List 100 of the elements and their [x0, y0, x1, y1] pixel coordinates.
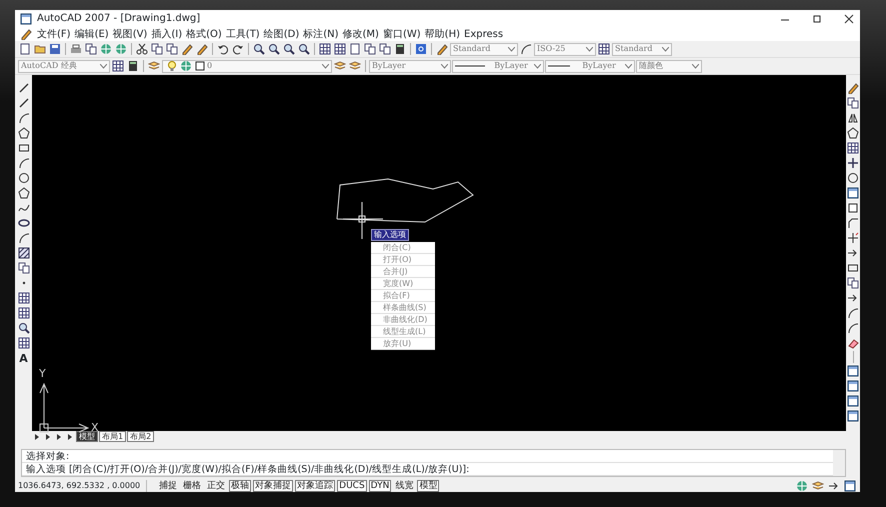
- polygon-icon[interactable]: [846, 126, 860, 140]
- hatch-icon[interactable]: [16, 246, 30, 260]
- page-icon[interactable]: [18, 42, 32, 56]
- status-toggle-button[interactable]: 捕捉: [157, 480, 180, 492]
- copy-icon[interactable]: [16, 261, 30, 275]
- menu-item[interactable]: 视图(V): [112, 26, 148, 42]
- popup-menu-item[interactable]: 非曲线化(D): [371, 314, 435, 326]
- popup-menu-item[interactable]: 闭合(C): [371, 242, 435, 254]
- mirror-icon[interactable]: [846, 111, 860, 125]
- menu-item[interactable]: 编辑(E): [74, 26, 109, 42]
- layout-tab[interactable]: 布局1: [99, 431, 126, 442]
- text-style-dropdown[interactable]: Standard: [450, 42, 518, 56]
- menu-item[interactable]: 格式(O): [186, 26, 222, 42]
- popup-menu-item[interactable]: 打开(O): [371, 254, 435, 266]
- scissors-icon[interactable]: [135, 42, 149, 56]
- copy-icon[interactable]: [84, 42, 98, 56]
- table-style-dropdown[interactable]: Standard: [612, 42, 672, 56]
- window-icon[interactable]: [846, 409, 860, 423]
- window-icon[interactable]: [846, 364, 860, 378]
- calculator-icon[interactable]: [393, 42, 407, 56]
- grid-icon[interactable]: [111, 59, 125, 73]
- status-toggle-button[interactable]: 对象追踪: [295, 480, 336, 492]
- square-icon[interactable]: [193, 59, 207, 73]
- copy-icon[interactable]: [846, 96, 860, 110]
- grid-icon[interactable]: [16, 336, 30, 350]
- grid-icon[interactable]: [597, 42, 611, 56]
- command-scrollbar[interactable]: [833, 450, 845, 476]
- circle-icon[interactable]: [846, 171, 860, 185]
- text-tool-button[interactable]: A: [19, 351, 28, 368]
- circle-icon[interactable]: [16, 171, 30, 185]
- arc-icon[interactable]: [16, 156, 30, 170]
- menu-item[interactable]: 修改(M): [342, 26, 379, 42]
- window-icon[interactable]: [846, 394, 860, 408]
- menu-item[interactable]: 工具(T): [226, 26, 260, 42]
- dimension-style-dropdown[interactable]: ISO-25: [534, 42, 596, 56]
- layout-tab[interactable]: 布局2: [127, 431, 154, 442]
- popup-menu-item[interactable]: 线型生成(L): [371, 326, 435, 338]
- window-icon[interactable]: [846, 379, 860, 393]
- plot-style-dropdown[interactable]: 随颜色: [636, 60, 702, 72]
- magnifier-icon[interactable]: [282, 42, 296, 56]
- grid-icon[interactable]: [16, 291, 30, 305]
- popup-menu-item[interactable]: 宽度(W): [371, 278, 435, 290]
- arc-icon[interactable]: [846, 321, 860, 335]
- chamfer-icon[interactable]: [846, 216, 860, 230]
- magnifier-icon[interactable]: [297, 42, 311, 56]
- copy-icon[interactable]: [363, 42, 377, 56]
- printer-icon[interactable]: [69, 42, 83, 56]
- workspace-dropdown[interactable]: AutoCAD 经典: [18, 60, 110, 72]
- menu-item[interactable]: 插入(I): [151, 26, 182, 42]
- grid-icon[interactable]: [16, 306, 30, 320]
- arc-icon[interactable]: [519, 42, 533, 56]
- help-icon[interactable]: [414, 42, 428, 56]
- layer-dropdown[interactable]: 0: [162, 60, 332, 72]
- color-dropdown[interactable]: ByLayer: [369, 60, 451, 72]
- magnifier-icon[interactable]: [252, 42, 266, 56]
- move-icon[interactable]: [846, 156, 860, 170]
- copy-icon[interactable]: [165, 42, 179, 56]
- menu-item[interactable]: 绘图(D): [264, 26, 300, 42]
- app-icon[interactable]: [19, 12, 33, 26]
- menu-item[interactable]: 文件(F): [37, 26, 71, 42]
- close-icon[interactable]: [842, 12, 856, 26]
- calculator-icon[interactable]: [126, 59, 140, 73]
- grid-icon[interactable]: [846, 141, 860, 155]
- polygon-icon[interactable]: [16, 126, 30, 140]
- popup-menu-item[interactable]: 合并(J): [371, 266, 435, 278]
- layout-tab[interactable]: 模型: [76, 431, 98, 442]
- menu-item[interactable]: 帮助(H): [424, 26, 460, 42]
- menu-item[interactable]: 标注(N): [303, 26, 339, 42]
- copy-icon[interactable]: [378, 42, 392, 56]
- status-toggle-button[interactable]: 栅格: [181, 480, 204, 492]
- tray-icon[interactable]: [795, 478, 809, 492]
- menu-item[interactable]: 窗口(W): [382, 26, 421, 42]
- polygon-icon[interactable]: [16, 186, 30, 200]
- magnifier-icon[interactable]: [16, 321, 30, 335]
- popup-menu-item[interactable]: 拟合(F): [371, 290, 435, 302]
- lightbulb-icon[interactable]: [165, 59, 179, 73]
- square-icon[interactable]: [846, 201, 860, 215]
- window-icon[interactable]: [846, 186, 860, 200]
- arc-icon[interactable]: [16, 231, 30, 245]
- copy-icon[interactable]: [150, 42, 164, 56]
- copy-icon[interactable]: [846, 276, 860, 290]
- status-toggle-button[interactable]: 极轴: [229, 480, 252, 492]
- menu-item[interactable]: Express: [464, 26, 504, 42]
- lineweight-dropdown[interactable]: ByLayer: [545, 60, 635, 72]
- status-toggle-button[interactable]: DYN: [368, 480, 392, 492]
- arc-icon[interactable]: [846, 306, 860, 320]
- grid-icon[interactable]: [333, 42, 347, 56]
- page-icon[interactable]: [348, 42, 362, 56]
- status-toggle-button[interactable]: 线宽: [393, 480, 416, 492]
- grid-icon[interactable]: [318, 42, 332, 56]
- status-toggle-button[interactable]: DUCS: [337, 480, 367, 492]
- linetype-dropdown[interactable]: ByLayer: [452, 60, 544, 72]
- magnifier-icon[interactable]: [267, 42, 281, 56]
- pencil-icon[interactable]: [846, 81, 860, 95]
- popup-menu-item[interactable]: 样条曲线(S): [371, 302, 435, 314]
- status-toggle-button[interactable]: 模型: [417, 480, 440, 492]
- popup-menu-item[interactable]: 放弃(U): [371, 338, 435, 350]
- status-toggle-button[interactable]: 对象捕捉: [253, 480, 294, 492]
- trim-icon[interactable]: [846, 231, 860, 245]
- arc-icon[interactable]: [16, 111, 30, 125]
